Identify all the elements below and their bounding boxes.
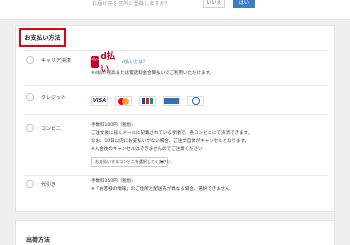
address-register-question: お届け先を住所に登録しますか？ bbox=[92, 1, 171, 7]
convenience-store-label: コンビニ bbox=[41, 126, 62, 132]
convenience-deadline: なお、10日以内にお支払いがない場合、ご注文自体がキャンセルとなります。 bbox=[91, 139, 250, 144]
credit-radio[interactable] bbox=[26, 93, 34, 101]
amex-logo bbox=[163, 96, 180, 106]
divider bbox=[24, 114, 328, 115]
divider bbox=[24, 50, 328, 51]
divider bbox=[24, 85, 328, 86]
dpay-logo: d払い d払い bbox=[91, 52, 118, 75]
payment-method-title: お支払い方法 bbox=[19, 28, 66, 47]
carrier-payment-note: ※d払い残高または電話料金合算払いでご利用いただけます。 bbox=[91, 71, 215, 76]
chevron-down-icon bbox=[160, 161, 164, 163]
yes-button[interactable]: はい bbox=[233, 0, 255, 8]
shipping-method-card: 出荷方法 bbox=[15, 220, 335, 245]
jcb-logo bbox=[139, 96, 156, 106]
shipping-method-title: 出荷方法 bbox=[26, 237, 51, 244]
visa-logo: VISA bbox=[91, 96, 108, 106]
cod-fee: 手数料350円（税別） bbox=[91, 179, 136, 184]
cash-on-delivery-label: 代引き bbox=[41, 182, 57, 188]
dpay-badge: d払い bbox=[91, 56, 100, 68]
dpay-about-link[interactable]: d払いとは？ bbox=[122, 59, 147, 65]
convenience-instructions: ご注文後に届くメールに記載されている手順で、各コンビニにて決済できます。 bbox=[91, 131, 253, 136]
divider bbox=[24, 175, 328, 176]
credit-label: クレジット bbox=[41, 95, 67, 101]
convenience-cancel-note: ※入金後のキャンセルはできませんのでご注意ください bbox=[91, 147, 203, 152]
mastercard-logo bbox=[115, 96, 132, 106]
cash-on-delivery-radio[interactable] bbox=[26, 180, 34, 188]
diners-logo bbox=[187, 96, 204, 106]
convenience-store-select[interactable]: お支払いするコンビニを選択してください bbox=[91, 157, 171, 167]
visa-logo-text: VISA bbox=[92, 98, 107, 104]
top-strip: お届け先を住所に登録しますか？ いいえ はい bbox=[0, 0, 350, 20]
carrier-payment-label: キャリア決済 bbox=[41, 58, 72, 64]
no-button[interactable]: いいえ bbox=[203, 0, 225, 8]
carrier-payment-radio[interactable] bbox=[26, 56, 34, 64]
payment-method-card: お支払い方法 キャリア決済 d払い d払い d払いとは？ ※d払い残高または電話… bbox=[15, 25, 335, 212]
convenience-fee: 手数料100円（税別） bbox=[91, 123, 136, 128]
convenience-store-radio[interactable] bbox=[26, 124, 34, 132]
cod-note: ※「お客様の情報」のご住所と配送先が異なる場合、選択できません bbox=[91, 187, 230, 192]
